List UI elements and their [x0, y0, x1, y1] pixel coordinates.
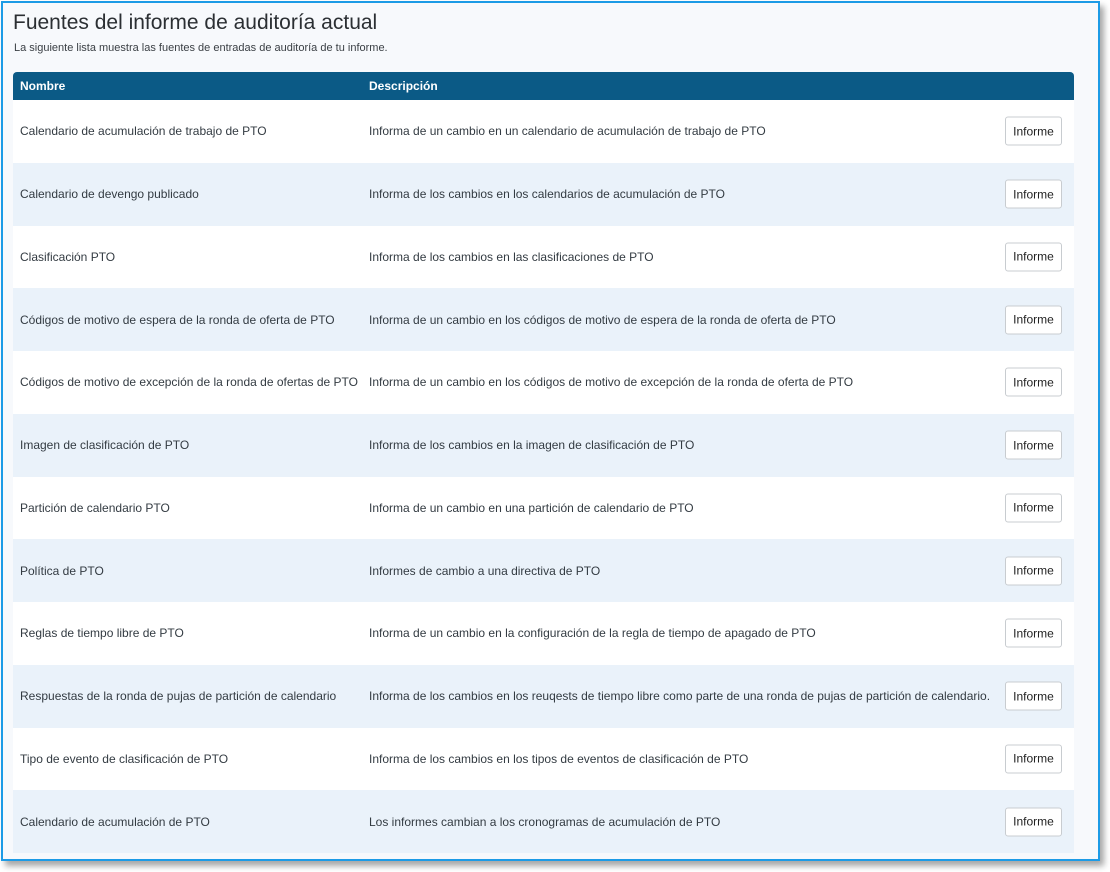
page-subtitle: La siguiente lista muestra las fuentes d…: [14, 42, 388, 54]
source-name: Códigos de motivo de excepción de la ron…: [20, 375, 358, 390]
source-description: Los informes cambian a los cronogramas d…: [369, 814, 721, 829]
table-body: Calendario de acumulación de trabajo de …: [13, 100, 1074, 853]
report-button[interactable]: Informe: [1005, 744, 1062, 774]
audit-sources-panel: Fuentes del informe de auditoría actual …: [1, 1, 1100, 861]
table-row: Códigos de motivo de excepción de la ron…: [13, 351, 1074, 414]
table-row: Tipo de evento de clasificación de PTO In…: [13, 727, 1074, 791]
table-row: Calendario de acumulación de PTO Los info…: [13, 790, 1074, 853]
table-row: Política de PTO Informes de cambio a una …: [13, 539, 1074, 602]
source-description: Informa de un cambio en un calendario de…: [369, 124, 766, 139]
report-button[interactable]: Informe: [1005, 116, 1062, 146]
source-name: Respuestas de la ronda de pujas de parti…: [20, 689, 337, 704]
report-button[interactable]: Informe: [1005, 242, 1062, 272]
report-button[interactable]: Informe: [1005, 681, 1062, 711]
source-name: Calendario de devengo publicado: [20, 187, 199, 202]
source-name: Reglas de tiempo libre de PTO: [20, 626, 184, 641]
source-description: Informa de los cambios en los tipos de e…: [369, 751, 749, 766]
table-row: Respuestas de la ronda de pujas de parti…: [13, 664, 1074, 728]
table-row: Códigos de motivo de espera de la ronda …: [13, 288, 1074, 351]
report-button[interactable]: Informe: [1005, 493, 1062, 523]
source-description: Informa de los cambios en las clasificac…: [369, 249, 654, 264]
table-row: Clasificación PTO Informa de los cambios …: [13, 225, 1074, 289]
column-header-name: Nombre: [20, 79, 66, 93]
source-description: Informa de los cambios en la imagen de c…: [369, 438, 695, 453]
source-name: Calendario de acumulación de PTO: [20, 814, 210, 829]
source-description: Informa de los cambios en los calendario…: [369, 187, 725, 202]
source-description: Informa de un cambio en la configuración…: [369, 626, 816, 641]
source-name: Clasificación PTO: [20, 249, 116, 264]
table-header: Nombre Descripción: [13, 72, 1074, 100]
table-row: Calendario de acumulación de trabajo de …: [13, 100, 1074, 163]
table-row: Reglas de tiempo libre de PTO Informa de …: [13, 602, 1074, 665]
source-description: Informes de cambio a una directiva de PT…: [369, 563, 601, 578]
source-description: Informa de un cambio en los códigos de m…: [369, 312, 836, 327]
page-title: Fuentes del informe de auditoría actual: [13, 11, 378, 34]
report-button[interactable]: Informe: [1005, 807, 1062, 837]
table-row: Imagen de clasificación de PTO Informa de…: [13, 413, 1074, 477]
audit-sources-table: Nombre Descripción Calendario de acumula…: [13, 72, 1074, 853]
source-description: Informa de un cambio en una partición de…: [369, 500, 694, 515]
source-description: Informa de los cambios en los reuqests d…: [369, 689, 991, 704]
source-name: Códigos de motivo de espera de la ronda …: [20, 312, 335, 327]
source-name: Imagen de clasificación de PTO: [20, 438, 190, 453]
table-row: Calendario de devengo publicado Informa d…: [13, 162, 1074, 226]
report-button[interactable]: Informe: [1005, 305, 1062, 335]
source-name: Tipo de evento de clasificación de PTO: [20, 751, 229, 766]
report-button[interactable]: Informe: [1005, 430, 1062, 460]
source-name: Partición de calendario PTO: [20, 500, 170, 515]
report-button[interactable]: Informe: [1005, 618, 1062, 648]
source-name: Calendario de acumulación de trabajo de …: [20, 124, 267, 139]
report-button[interactable]: Informe: [1005, 179, 1062, 209]
source-name: Política de PTO: [20, 563, 104, 578]
report-button[interactable]: Informe: [1005, 367, 1062, 397]
report-button[interactable]: Informe: [1005, 556, 1062, 586]
column-header-description: Descripción: [369, 79, 438, 93]
table-row: Partición de calendario PTO Informa de un…: [13, 476, 1074, 540]
source-description: Informa de un cambio en los códigos de m…: [369, 375, 854, 390]
